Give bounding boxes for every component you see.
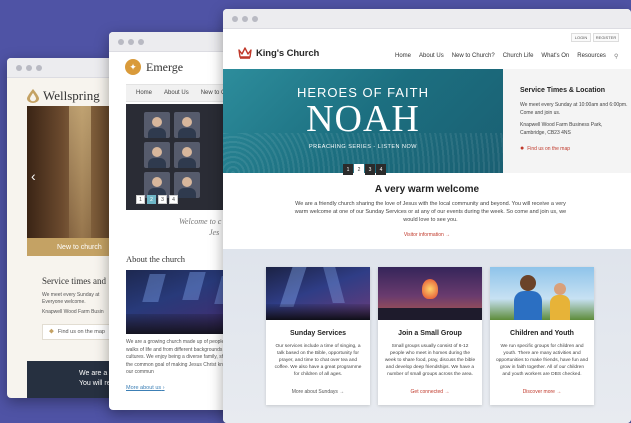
stage-light: [142, 274, 166, 302]
arrow-right-icon: →: [444, 389, 450, 395]
card-title: Join a Small Group: [398, 330, 462, 337]
window-dot: [232, 15, 238, 22]
window-chrome: [223, 9, 631, 29]
pager-2[interactable]: 2: [354, 164, 364, 175]
worship-image: [266, 267, 370, 320]
map-link-label: Find us on the map: [527, 145, 571, 152]
map-pin-icon: ●: [520, 145, 525, 152]
pager-4[interactable]: 4: [376, 164, 386, 175]
nav-item-new[interactable]: New to C: [201, 90, 226, 96]
window-dot: [36, 64, 42, 71]
welcome-text: Welcome to c Jes: [179, 216, 221, 238]
logo-text: Wellspring: [43, 88, 100, 103]
window-dot: [138, 38, 144, 45]
card-link-label: More about Sundays: [291, 389, 338, 395]
slider-pager: 1 2 3 4: [136, 195, 178, 204]
map-pin-icon: ⬥: [49, 328, 54, 335]
side-title: Service Times & Location: [520, 87, 606, 94]
card-text: Our services include a time of singing, …: [274, 344, 362, 377]
card-link-label: Discover more: [522, 389, 555, 395]
side-text: We meet every Sunday at 10:00am and 6:00…: [520, 102, 628, 116]
logo-text: Emerge: [146, 59, 184, 74]
nav-item-resources[interactable]: Resources: [577, 53, 606, 60]
card-link[interactable]: Discover more →: [490, 389, 594, 395]
map-button-label: Find us on the map: [57, 329, 105, 335]
welcome-line: Jes: [209, 228, 220, 237]
kings-church-window: LOGIN REGISTER King's Church Home About …: [223, 9, 631, 423]
register-link[interactable]: REGISTER: [593, 33, 619, 42]
address: Knapwell Wood Farm Busin: [42, 309, 104, 315]
window-dot: [26, 64, 32, 71]
visitor-info-link[interactable]: Visitor information →: [223, 232, 631, 238]
visitor-info-label: Visitor information: [403, 232, 444, 238]
card-link[interactable]: More about Sundays →: [266, 389, 370, 395]
logo-text: King's Church: [256, 47, 320, 59]
map-link[interactable]: ● Find us on the map: [520, 145, 631, 152]
search-icon[interactable]: ⚲: [614, 53, 618, 60]
welcome-text: We are a friendly church sharing the lov…: [294, 201, 567, 223]
services-title: Service times and: [42, 276, 106, 286]
card-sunday-services[interactable]: Sunday Services Our services include a t…: [266, 267, 370, 405]
login-link[interactable]: LOGIN: [571, 33, 591, 42]
children-image: [490, 267, 594, 320]
crown-logo-icon: [238, 47, 252, 59]
more-about-label: More about us: [126, 385, 162, 391]
window-dot: [252, 15, 258, 22]
nav-item-home[interactable]: Home: [395, 53, 411, 60]
pager-1[interactable]: 1: [343, 164, 353, 175]
banner-label: New to church: [57, 243, 102, 251]
nav-item-home[interactable]: Home: [136, 90, 152, 96]
card-title: Sunday Services: [289, 330, 347, 337]
side-address: Knapwell Wood Farm Business Park, Cambri…: [520, 122, 603, 136]
main-nav: Home About Us New to Church? Church Life…: [395, 53, 618, 60]
card-title: Children and Youth: [510, 330, 574, 337]
nav-item-about[interactable]: About Us: [419, 53, 444, 60]
card-children-youth[interactable]: Children and Youth We run specific group…: [490, 267, 594, 405]
emerge-logo[interactable]: ✦ Emerge: [125, 59, 183, 75]
lantern-image: [378, 267, 482, 320]
flame-logo-icon: ✦: [125, 59, 141, 75]
pager-3[interactable]: 3: [365, 164, 375, 175]
card-link[interactable]: Get connected →: [378, 389, 482, 395]
nav-item-about[interactable]: About Us: [164, 90, 189, 96]
more-about-link[interactable]: More about us ›: [126, 385, 165, 391]
hero-title: NOAH: [306, 98, 420, 140]
arrow-right-icon: →: [339, 389, 345, 395]
pager-1[interactable]: 1: [136, 195, 145, 204]
pager-4[interactable]: 4: [169, 195, 178, 204]
light-beam: [69, 106, 91, 256]
arrow-right-icon: →: [445, 232, 451, 238]
cards-section: Sunday Services Our services include a t…: [223, 249, 631, 423]
nav-item-church-life[interactable]: Church Life: [503, 53, 534, 60]
service-times-panel: Service Times & Location We meet every S…: [503, 69, 631, 173]
chevron-left-icon[interactable]: ‹: [31, 168, 36, 184]
card-link-label: Get connected: [410, 389, 444, 395]
welcome-line: Welcome to c: [179, 217, 222, 226]
window-dot: [16, 64, 22, 71]
kings-logo[interactable]: King's Church: [238, 47, 319, 59]
welcome-title: A very warm welcome: [374, 184, 480, 195]
pager-2[interactable]: 2: [147, 195, 156, 204]
video-tile: [174, 142, 200, 168]
hero-subtitle: PREACHING SERIES - LISTEN NOW: [308, 144, 417, 150]
window-dot: [242, 15, 248, 22]
window-dot: [128, 38, 134, 45]
slider-pager: 1 2 3 4: [343, 164, 386, 175]
drop-logo-icon: [27, 89, 39, 103]
video-tile: [174, 112, 200, 138]
pager-3[interactable]: 3: [158, 195, 167, 204]
stage-light: [182, 272, 206, 300]
wellspring-logo[interactable]: Wellspring: [27, 88, 100, 104]
window-dot: [118, 38, 124, 45]
about-title: About the church: [126, 254, 186, 264]
card-small-group[interactable]: Join a Small Group Small groups usually …: [378, 267, 482, 405]
video-tile: [144, 112, 170, 138]
arrow-right-icon: →: [556, 389, 562, 395]
video-tile: [144, 142, 170, 168]
hero-banner[interactable]: HEROES OF FAITH NOAH PREACHING SERIES - …: [223, 69, 503, 173]
nav-item-new-to-church[interactable]: New to Church?: [452, 53, 495, 60]
card-text: Small groups usually consist of 6-12 peo…: [384, 344, 476, 377]
nav-item-whats-on[interactable]: What's On: [541, 53, 569, 60]
card-text: We run specific groups for children and …: [496, 344, 588, 377]
